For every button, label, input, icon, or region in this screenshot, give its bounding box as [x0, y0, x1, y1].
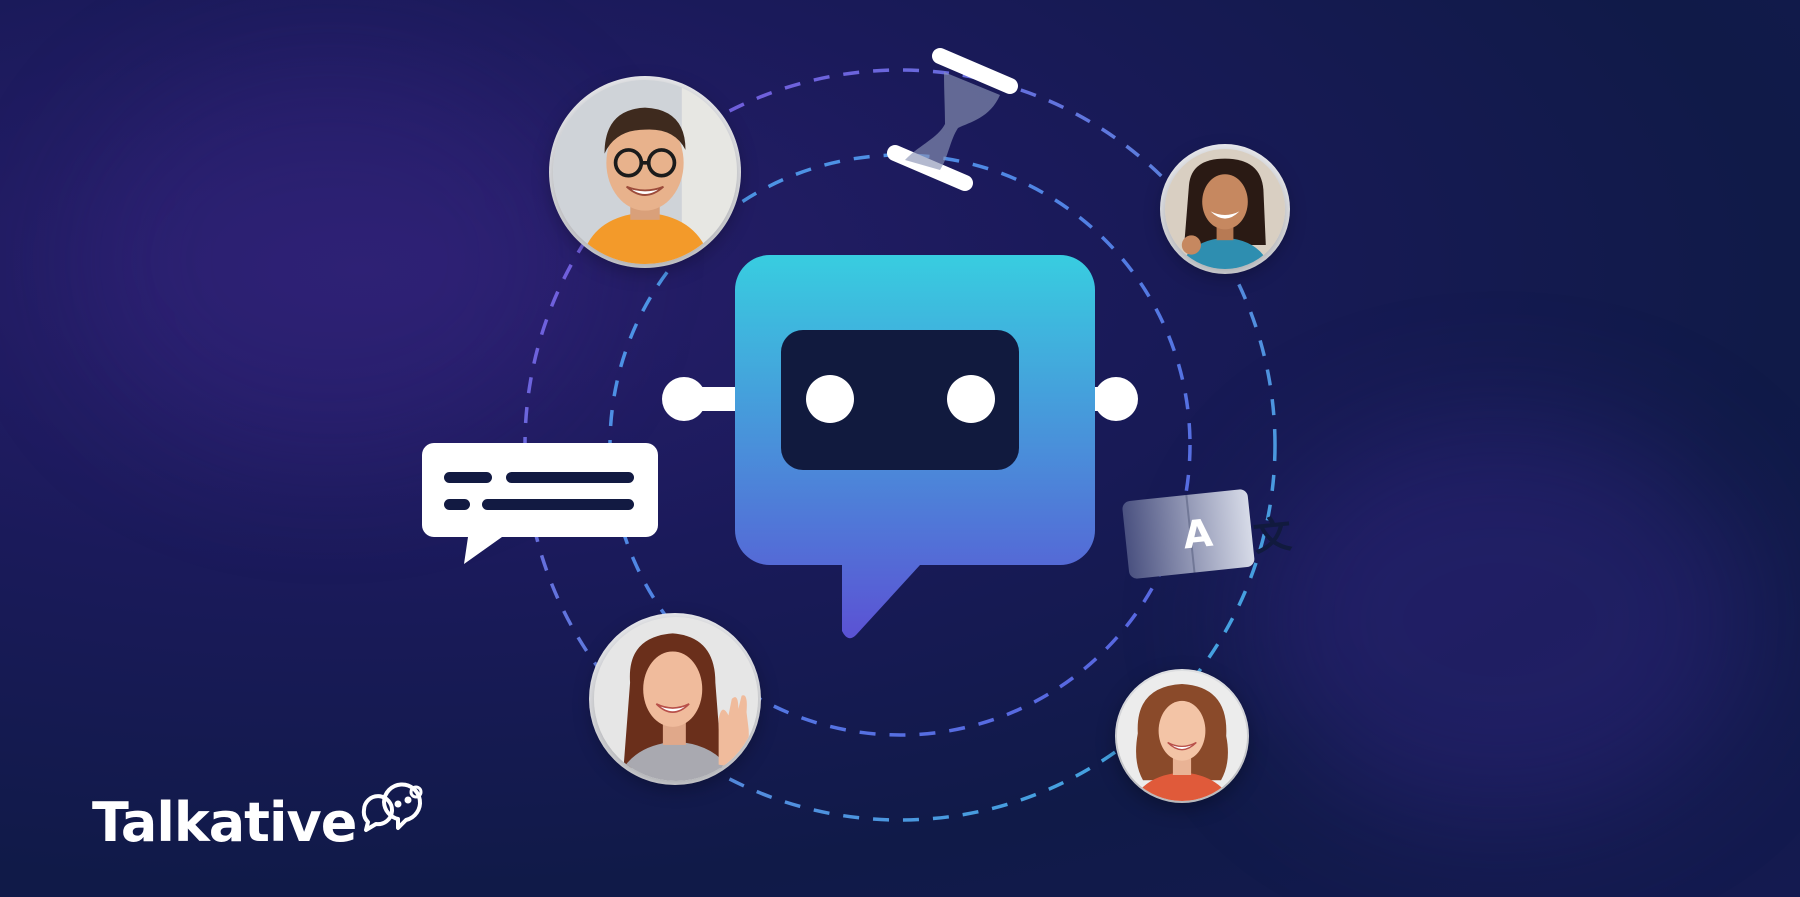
avatar-man-glasses	[553, 80, 737, 264]
avatar-portrait	[553, 80, 737, 264]
brand-name: Talkative	[92, 791, 357, 854]
translate-glyph-a: A	[1180, 510, 1215, 558]
avatar-portrait	[1165, 149, 1285, 269]
chat-bubble-icon	[422, 443, 658, 564]
illustration	[422, 48, 1290, 822]
avatar-woman-dark-hair	[1165, 149, 1285, 269]
avatar-woman-waving	[594, 617, 758, 781]
brand-logo: Talkative	[92, 780, 430, 850]
hourglass-icon	[887, 48, 1018, 191]
avatar-portrait	[1117, 671, 1247, 801]
bot-right-eye	[947, 375, 995, 423]
bot-left-eye	[806, 375, 854, 423]
speech-bubbles-logo-icon	[362, 782, 423, 832]
avatar-portrait	[594, 617, 758, 781]
avatar-woman-curly-hair	[1117, 671, 1247, 801]
chatbot-icon	[735, 255, 1095, 639]
translate-glyph-wen: 文	[1251, 512, 1294, 560]
